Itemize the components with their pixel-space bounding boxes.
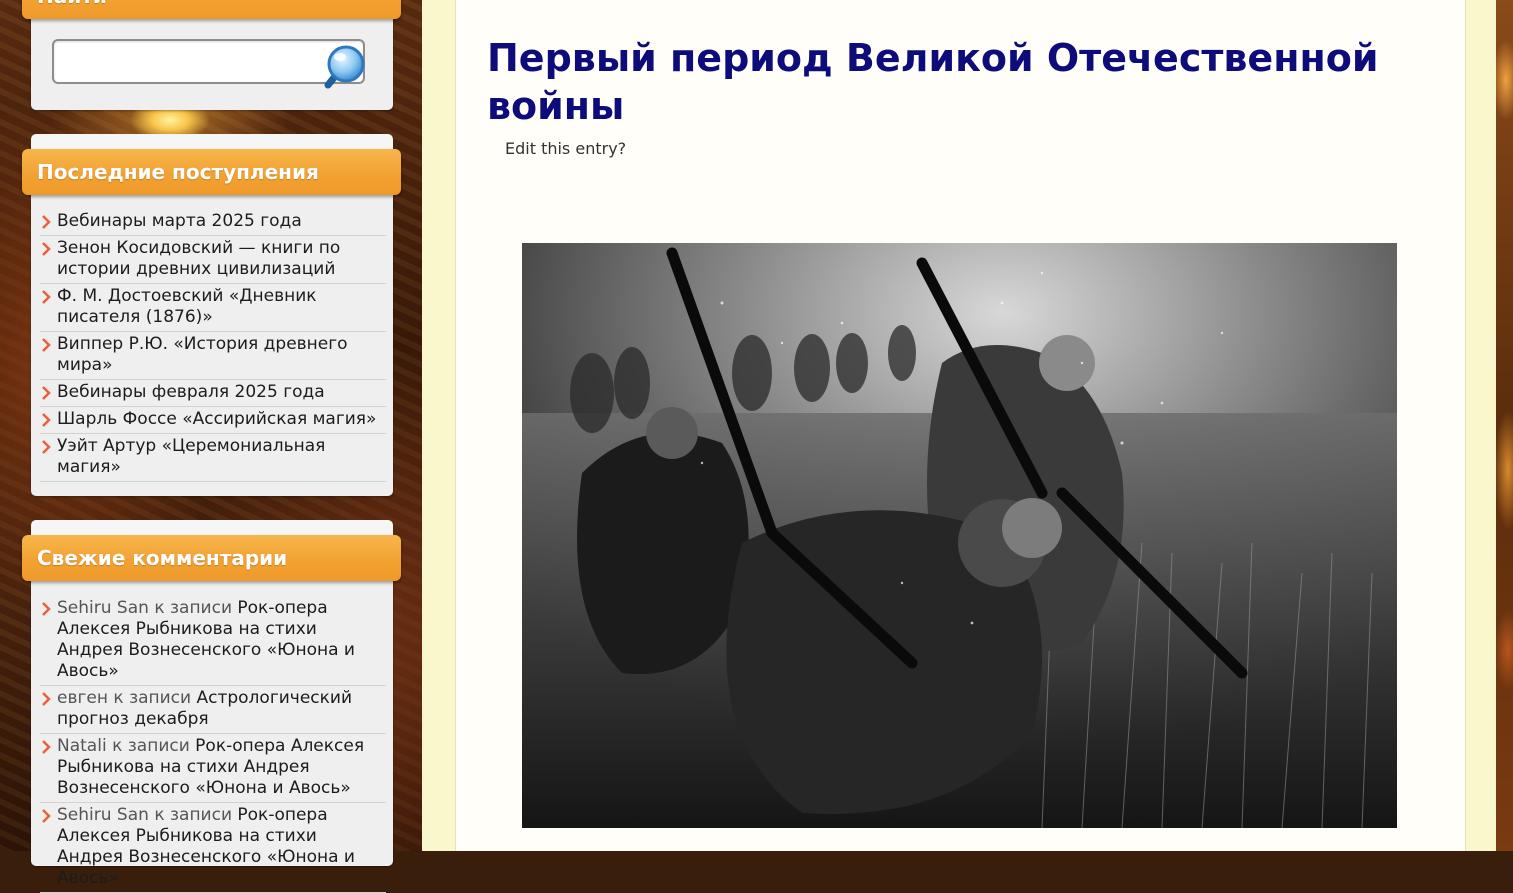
comment-separator: к записи	[154, 805, 232, 825]
comment-author[interactable]: Sehiru San	[57, 805, 149, 825]
comment-item: евген к записи Астрологический прогноз д…	[40, 686, 386, 734]
arrow-right-icon	[42, 740, 51, 754]
search-input[interactable]	[60, 46, 314, 78]
arrow-right-icon	[42, 440, 51, 454]
recent-post-link[interactable]: Зенон Косидовский — книги по истории дре…	[57, 238, 340, 279]
comment-item: Natali к записи Рок-опера Алексея Рыбник…	[40, 734, 386, 803]
recent-post-item[interactable]: Зенон Косидовский — книги по истории дре…	[40, 236, 386, 284]
recent-post-link[interactable]: Виппер Р.Ю. «История древнего мира»	[57, 334, 348, 375]
arrow-right-icon	[42, 692, 51, 706]
recent-comments-list: Sehiru San к записи Рок-опера Алексея Ры…	[40, 596, 386, 893]
recent-post-link[interactable]: Шарль Фоссе «Ассирийская магия»	[57, 409, 376, 429]
recent-post-item[interactable]: Шарль Фоссе «Ассирийская магия»	[40, 407, 386, 434]
recent-post-item[interactable]: Вебинары февраля 2025 года	[40, 380, 386, 407]
recent-post-item[interactable]: Виппер Р.Ю. «История древнего мира»	[40, 332, 386, 380]
comment-item: Sehiru San к записи Рок-опера Алексея Ры…	[40, 596, 386, 686]
widget-cap	[31, 520, 393, 536]
arrow-right-icon	[42, 242, 51, 256]
arrow-right-icon	[42, 215, 51, 229]
arrow-right-icon	[42, 290, 51, 304]
comment-separator: к записи	[154, 598, 232, 618]
post-title[interactable]: Первый период Великой Отечественной войн…	[487, 34, 1387, 130]
search-widget-header: Найти	[22, 0, 401, 19]
comment-author[interactable]: евген	[57, 688, 108, 708]
arrow-right-icon	[42, 338, 51, 352]
comment-author[interactable]: Natali	[57, 736, 107, 756]
recent-posts-list: Вебинары марта 2025 года Зенон Косидовск…	[40, 209, 386, 482]
comment-item: Sehiru San к записи Рок-опера Алексея Ры…	[40, 803, 386, 893]
comment-author[interactable]: Sehiru San	[57, 598, 149, 618]
right-background	[1496, 0, 1513, 851]
arrow-right-icon	[42, 809, 51, 823]
edit-entry-link[interactable]: Edit this entry?	[505, 139, 626, 158]
recent-post-item[interactable]: Вебинары марта 2025 года	[40, 209, 386, 236]
widget-cap	[31, 134, 393, 150]
recent-post-item[interactable]: Ф. М. Достоевский «Дневник писателя (187…	[40, 284, 386, 332]
arrow-right-icon	[42, 386, 51, 400]
recent-post-link[interactable]: Уэйт Артур «Церемониальная магия»	[57, 436, 325, 477]
recent-post-link[interactable]: Вебинары марта 2025 года	[57, 211, 302, 231]
recent-comments-header: Свежие комментарии	[22, 535, 401, 581]
magnifier-icon[interactable]	[316, 40, 370, 92]
content-gutter	[422, 0, 456, 851]
recent-posts-header: Последние поступления	[22, 149, 401, 195]
comment-separator: к записи	[112, 736, 190, 756]
recent-post-link[interactable]: Ф. М. Достоевский «Дневник писателя (187…	[57, 286, 317, 327]
war-photo-image	[522, 243, 1397, 828]
arrow-right-icon	[42, 413, 51, 427]
recent-post-item[interactable]: Уэйт Артур «Церемониальная магия»	[40, 434, 386, 482]
comment-separator: к записи	[113, 688, 192, 708]
arrow-right-icon	[42, 602, 51, 616]
recent-post-link[interactable]: Вебинары февраля 2025 года	[57, 382, 325, 402]
